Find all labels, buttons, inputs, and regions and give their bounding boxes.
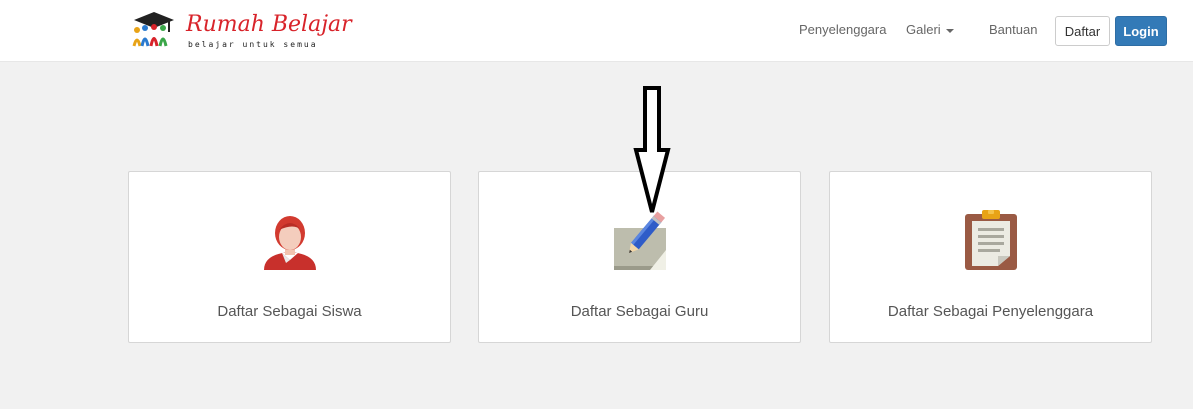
card-label-guru: Daftar Sebagai Guru: [570, 303, 709, 320]
navbar: Rumah Belajar belajar untuk semua Penyel…: [0, 0, 1193, 62]
nav-penyelenggara[interactable]: Penyelenggara: [799, 22, 886, 37]
nav-bantuan[interactable]: Bantuan: [989, 22, 1037, 37]
card-daftar-siswa[interactable]: Daftar Sebagai Siswa: [128, 171, 451, 343]
clipboard-icon: [964, 210, 1017, 270]
pencil-paper-icon: [613, 211, 666, 270]
card-daftar-penyelenggara[interactable]: Daftar Sebagai Penyelenggara: [829, 171, 1152, 343]
down-arrow-icon: [633, 86, 671, 213]
nav-galeri[interactable]: Galeri: [906, 22, 954, 37]
caret-down-icon: [945, 28, 954, 33]
card-label-penyelenggara: Daftar Sebagai Penyelenggara: [887, 303, 1094, 320]
card-label-siswa: Daftar Sebagai Siswa: [217, 303, 362, 320]
brand-tagline: belajar untuk semua: [188, 40, 318, 49]
nav-galeri-label: Galeri: [906, 22, 941, 37]
brand-logo[interactable]: Rumah Belajar belajar untuk semua: [128, 10, 352, 54]
student-avatar-icon: [263, 216, 316, 270]
daftar-button[interactable]: Daftar: [1055, 16, 1110, 46]
login-button[interactable]: Login: [1115, 16, 1167, 46]
people-graduation-logo-icon: [132, 12, 174, 47]
brand-title: Rumah Belajar: [186, 12, 352, 37]
